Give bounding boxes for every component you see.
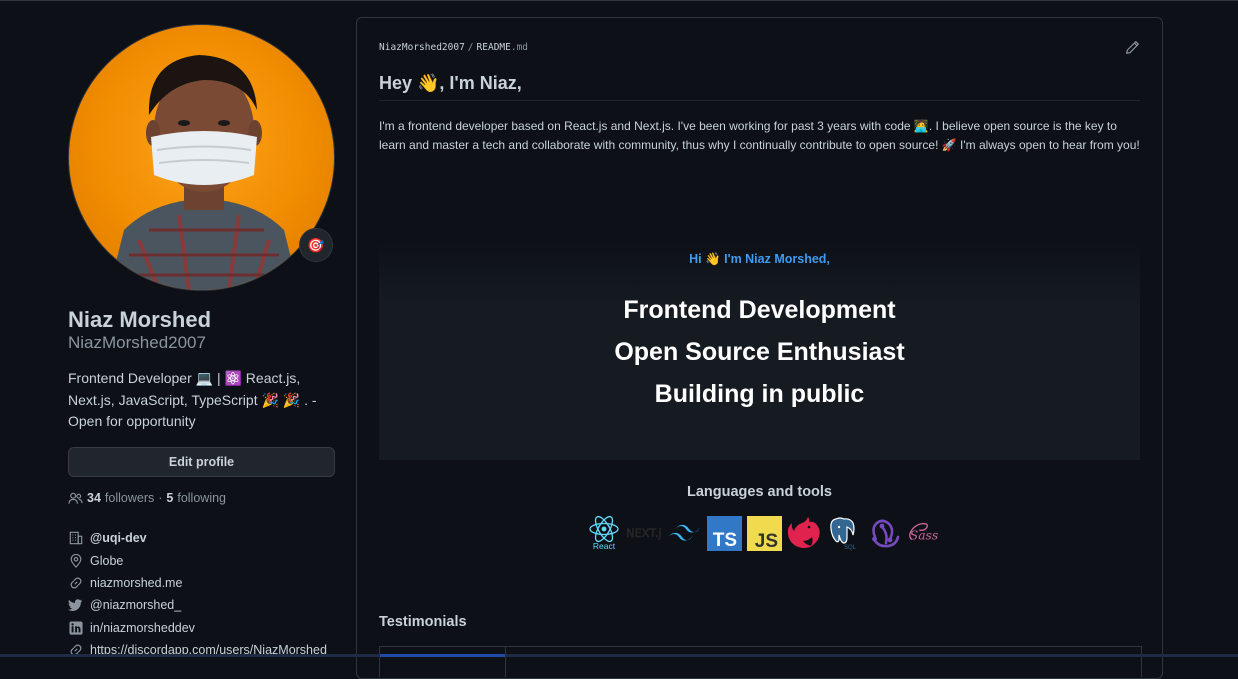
tools-row: React NEXT.js TS JS bbox=[586, 513, 942, 553]
profile-name: Niaz Morshed bbox=[68, 307, 212, 332]
postgresql-icon[interactable]: SQL bbox=[826, 515, 862, 551]
profile-bio: Frontend Developer 💻 | ⚛️ React.js, Next… bbox=[68, 370, 317, 429]
path-separator: / bbox=[467, 42, 474, 53]
organization-icon bbox=[68, 531, 83, 546]
people-icon bbox=[68, 492, 83, 505]
detail-twitter-text: @niazmorshed_ bbox=[90, 598, 182, 613]
followers-link[interactable]: 34 followers bbox=[87, 491, 154, 505]
javascript-icon[interactable]: JS bbox=[746, 515, 782, 551]
detail-linkedin-text: in/niazmorsheddev bbox=[90, 620, 195, 635]
twitter-icon bbox=[68, 598, 83, 613]
detail-website[interactable]: niazmorshed.me bbox=[68, 572, 335, 594]
readme-heading: Hey 👋, I'm Niaz, bbox=[379, 73, 522, 93]
profile-details: @uqi-dev Globe niazmorshed.me @niazmorsh… bbox=[68, 527, 335, 661]
readme-card: NiazMorshed2007/README.md Hey 👋, I'm Nia… bbox=[356, 17, 1163, 679]
redux-icon[interactable] bbox=[866, 515, 902, 551]
link-icon bbox=[68, 575, 83, 590]
typescript-icon[interactable]: TS bbox=[706, 515, 742, 551]
nestjs-icon[interactable] bbox=[786, 515, 822, 551]
edit-readme-pencil-icon[interactable] bbox=[1125, 40, 1141, 56]
location-icon bbox=[68, 553, 83, 568]
file-base: README bbox=[476, 42, 511, 53]
follow-separator: · bbox=[158, 491, 163, 505]
banner-greeting: Hi 👋 I'm Niaz Morshed, bbox=[689, 252, 830, 266]
followers-count: 34 bbox=[87, 491, 101, 505]
linkedin-icon bbox=[68, 620, 83, 635]
sass-label: Sass bbox=[910, 529, 938, 543]
typescript-label: TS bbox=[712, 530, 736, 551]
profile-username: NiazMorshed2007 bbox=[68, 333, 206, 352]
following-label: following bbox=[177, 491, 226, 505]
heading-divider bbox=[379, 100, 1140, 101]
following-link[interactable]: 5 following bbox=[166, 491, 226, 505]
followers-label: followers bbox=[104, 491, 155, 505]
top-divider bbox=[0, 0, 1238, 1]
avatar-portrait bbox=[109, 55, 299, 290]
testimonials-table bbox=[379, 646, 1142, 677]
banner-line-1: Frontend Development bbox=[623, 296, 896, 324]
sass-icon[interactable]: Sass bbox=[906, 515, 942, 551]
readme-breadcrumb: NiazMorshed2007/README.md bbox=[379, 42, 528, 53]
status-emoji: 🎯 bbox=[307, 237, 325, 253]
detail-website-text: niazmorshed.me bbox=[90, 575, 183, 590]
table-column-divider bbox=[505, 647, 506, 677]
file-extension: .md bbox=[510, 42, 529, 53]
avatar[interactable] bbox=[68, 24, 335, 291]
nextjs-label: NEXT.js bbox=[626, 526, 662, 540]
testimonials-heading: Testimonials bbox=[379, 614, 467, 630]
follow-stats: 34 followers · 5 following bbox=[68, 491, 226, 505]
readme-intro: I'm a frontend developer based on React.… bbox=[379, 119, 1140, 152]
detail-discord[interactable]: https://discordapp.com/users/NiazMorshed bbox=[68, 639, 335, 661]
javascript-label: JS bbox=[754, 531, 777, 551]
banner-line-2: Open Source Enthusiast bbox=[614, 338, 905, 366]
nextjs-icon[interactable]: NEXT.js bbox=[626, 515, 662, 551]
avatar-container: 🎯 bbox=[68, 24, 335, 291]
following-count: 5 bbox=[166, 491, 174, 505]
repo-owner-link[interactable]: NiazMorshed2007 bbox=[379, 42, 465, 53]
typing-banner: Hi 👋 I'm Niaz Morshed, Frontend Developm… bbox=[379, 242, 1140, 460]
detail-organization[interactable]: @uqi-dev bbox=[68, 527, 335, 549]
detail-organization-text: @uqi-dev bbox=[90, 531, 147, 546]
detail-location: Globe bbox=[68, 549, 335, 571]
set-status-button[interactable]: 🎯 bbox=[299, 228, 333, 262]
react-icon[interactable]: React bbox=[586, 515, 622, 551]
profile-sidebar: 🎯 Niaz Morshed NiazMorshed2007 Frontend … bbox=[68, 24, 335, 657]
detail-location-text: Globe bbox=[90, 553, 124, 568]
detail-linkedin[interactable]: in/niazmorsheddev bbox=[68, 617, 335, 639]
tailwind-icon[interactable] bbox=[666, 515, 702, 551]
react-label: React bbox=[593, 541, 616, 551]
detail-twitter[interactable]: @niazmorshed_ bbox=[68, 594, 335, 616]
banner-line-3: Building in public bbox=[654, 380, 865, 408]
postgresql-label: SQL bbox=[844, 545, 857, 551]
edit-profile-button[interactable]: Edit profile bbox=[68, 447, 335, 477]
tools-heading: Languages and tools bbox=[686, 484, 832, 500]
readme-file-link[interactable]: README.md bbox=[477, 42, 529, 53]
